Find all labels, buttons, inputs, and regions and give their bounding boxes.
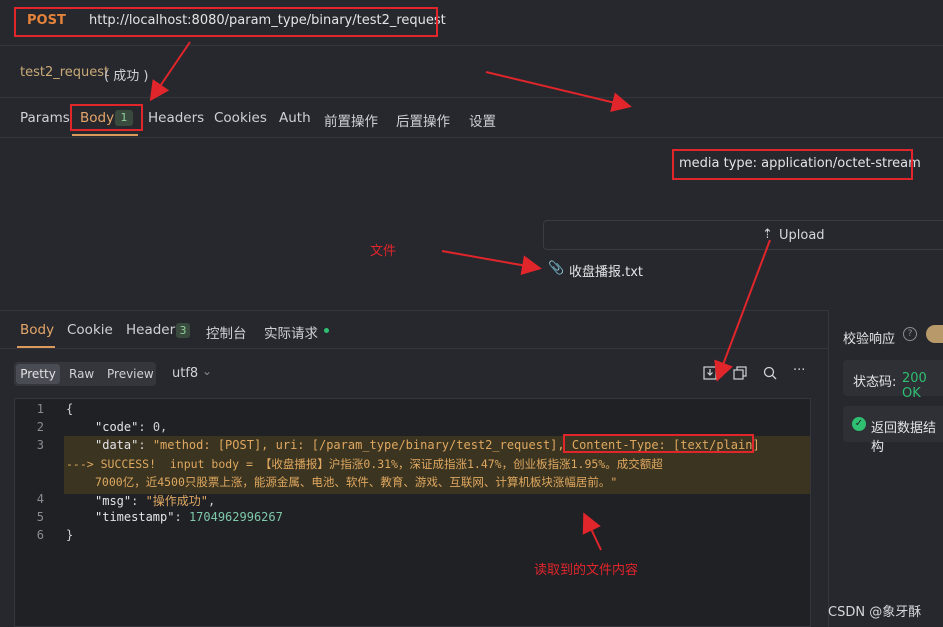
arrow-to-file <box>441 250 542 276</box>
arrow-to-content-type <box>714 239 771 382</box>
arrow-to-content <box>582 512 602 551</box>
arrow-to-body-tab <box>149 41 191 102</box>
annotation-arrows <box>149 41 771 551</box>
arrow-to-media-type <box>485 71 632 112</box>
